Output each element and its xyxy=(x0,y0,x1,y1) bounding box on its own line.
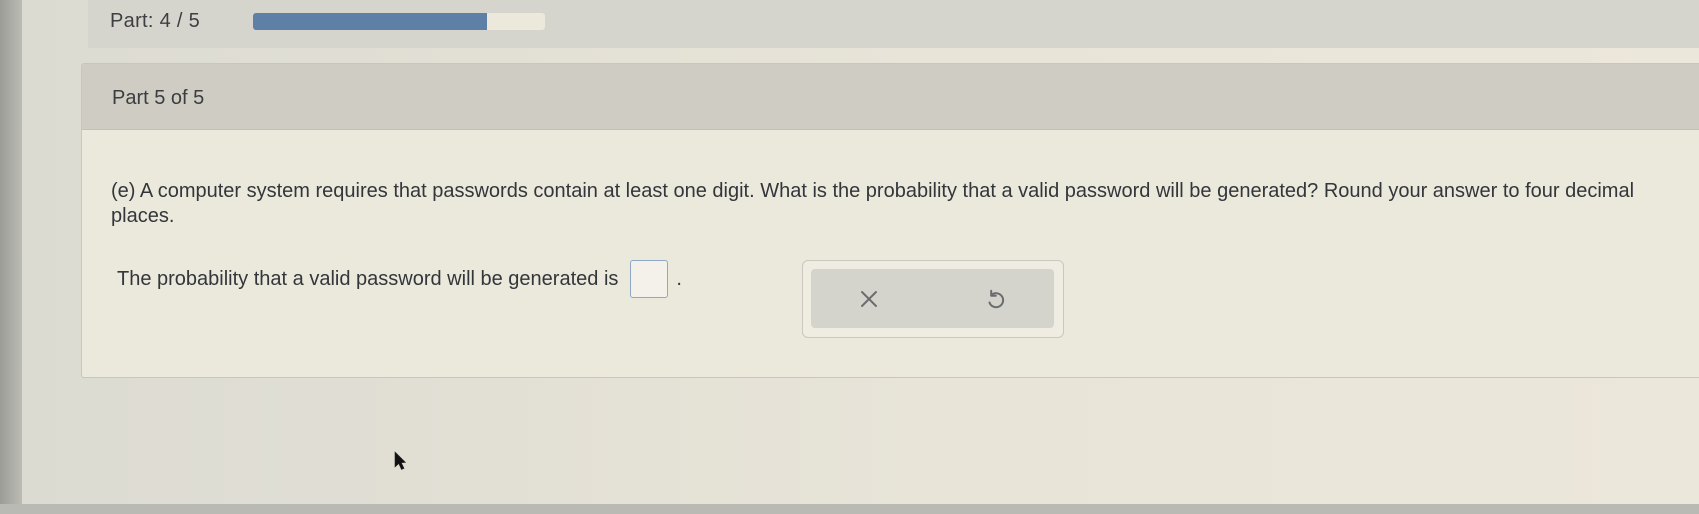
card-header: Part 5 of 5 xyxy=(82,64,1699,130)
undo-icon xyxy=(988,289,1005,309)
question-text: (e) A computer system requires that pass… xyxy=(111,180,1635,227)
undo-button[interactable] xyxy=(976,279,1016,319)
answer-tools xyxy=(802,260,1064,338)
progress-bar-fill xyxy=(253,13,487,30)
answer-tools-panel xyxy=(811,269,1054,328)
clear-button[interactable] xyxy=(849,279,889,319)
monitor-bezel-bottom xyxy=(0,504,1699,514)
question-card: Part 5 of 5 (e) A computer system requir… xyxy=(81,63,1699,378)
mouse-cursor-icon xyxy=(394,451,406,470)
monitor-bezel-left xyxy=(0,0,22,514)
part-label: Part 5 of 5 xyxy=(112,87,205,109)
close-icon xyxy=(861,291,877,307)
progress-label: Part: 4 / 5 xyxy=(110,10,201,32)
answer-period: . xyxy=(676,267,682,290)
answer-input[interactable] xyxy=(630,260,669,298)
answer-row: The probability that a valid password wi… xyxy=(117,260,682,298)
progress-bar xyxy=(253,13,545,30)
answer-prompt: The probability that a valid password wi… xyxy=(117,267,619,290)
